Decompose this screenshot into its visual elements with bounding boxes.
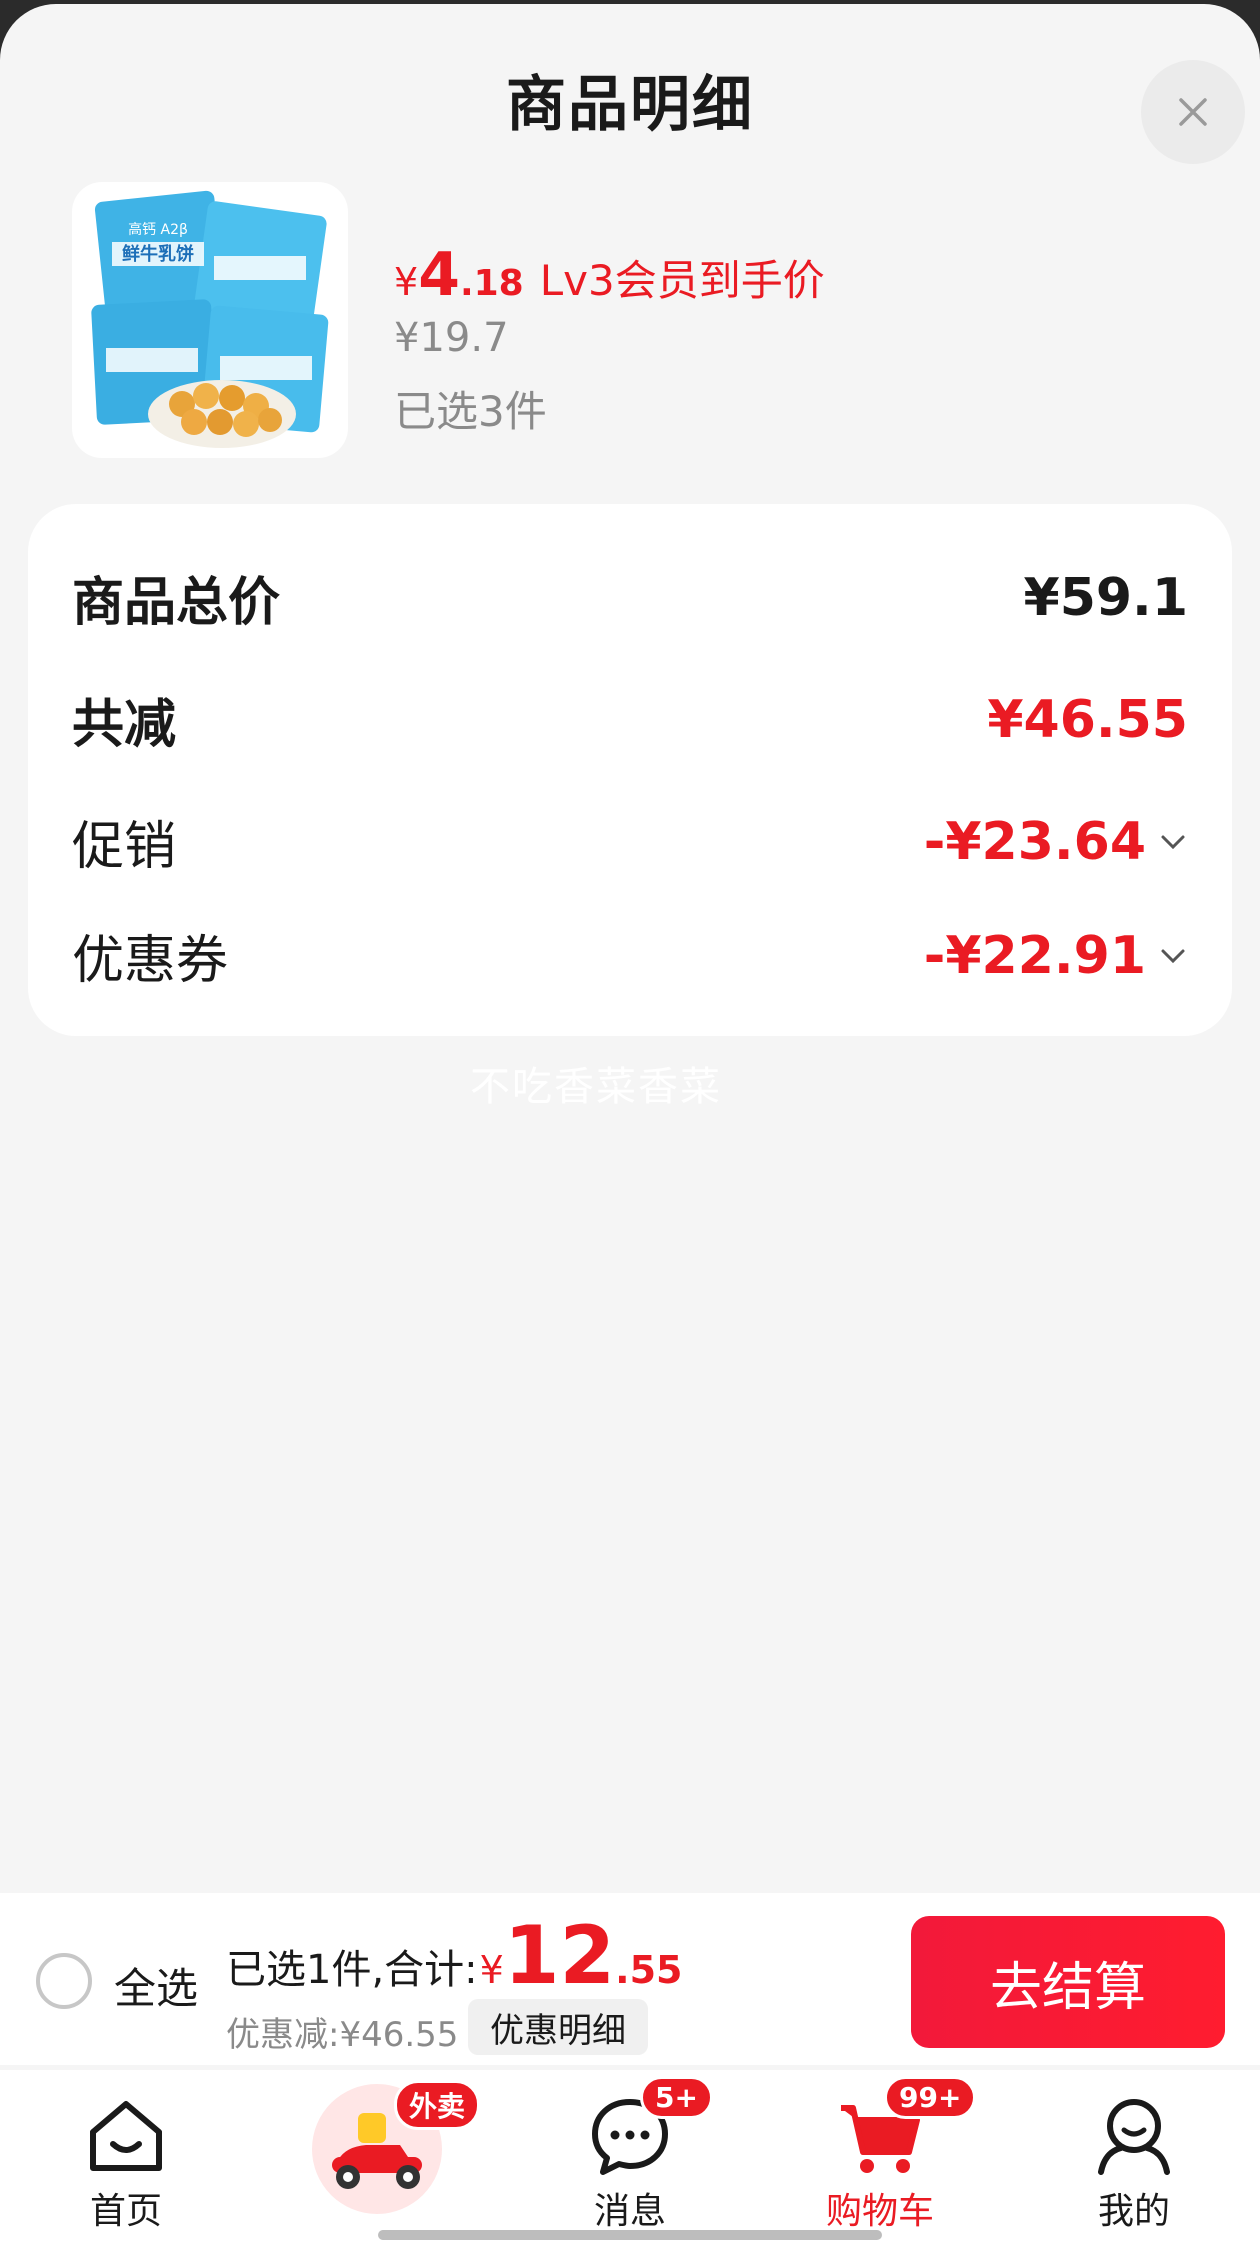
summary-value: -¥23.64 [923, 811, 1146, 872]
price-integer: 4 [418, 240, 460, 310]
chevron-down-icon[interactable] [1158, 827, 1188, 857]
tab-cart[interactable]: 99+ 购物车 [790, 2070, 977, 2244]
tab-home[interactable]: 首页 [36, 2070, 216, 2244]
total-currency: ¥ [479, 1948, 504, 1992]
bottom-tab-bar: 首页 外卖 5+ 消息 99+ 购物车 我的 [0, 2070, 1260, 2244]
delivery-badge: 外卖 [394, 2080, 481, 2130]
close-button[interactable] [1141, 60, 1245, 164]
product-image[interactable]: 鲜牛乳饼 高钙 A2β [72, 182, 348, 458]
price-currency: ¥ [394, 260, 419, 304]
tab-label: 消息 [593, 2191, 666, 2232]
checkout-button[interactable]: 去结算 [911, 1916, 1225, 2048]
summary-label: 优惠券 [72, 931, 229, 991]
product-image-text: 鲜牛乳饼 [122, 243, 194, 265]
product-image-subtext: 高钙 A2β [128, 221, 188, 238]
chevron-down-icon[interactable] [1158, 941, 1188, 971]
message-badge: 5+ [640, 2076, 713, 2119]
summary-value: ¥46.55 [987, 689, 1188, 750]
discount-detail-button[interactable]: 优惠明细 [468, 1999, 648, 2055]
tab-label: 我的 [1097, 2191, 1170, 2232]
price-summary-card: 商品总价 ¥59.1 共减 ¥46.55 促销 -¥23.64 优惠券 -¥22… [28, 504, 1232, 1036]
summary-row-total: 商品总价 ¥59.1 [72, 560, 1188, 635]
profile-icon [1098, 2099, 1170, 2175]
total-decimal: .55 [615, 1948, 683, 1992]
price-decimal: .18 [459, 263, 524, 304]
tab-label: 首页 [89, 2191, 162, 2232]
summary-label: 共减 [72, 695, 177, 755]
summary-label: 商品总价 [72, 573, 281, 633]
select-all-checkbox[interactable] [36, 1953, 92, 2009]
selected-count: 已选3件 [394, 387, 547, 436]
summary-row-reduction: 共减 ¥46.55 [72, 682, 1188, 757]
summary-value: ¥59.1 [1023, 567, 1188, 628]
close-icon [1179, 98, 1207, 126]
summary-row-coupon[interactable]: 优惠券 -¥22.91 [72, 918, 1188, 993]
summary-value: -¥22.91 [923, 925, 1146, 986]
summary-row-promotion[interactable]: 促销 -¥23.64 [72, 804, 1188, 879]
cart-badge: 99+ [884, 2076, 977, 2119]
summary-label: 促销 [72, 817, 177, 877]
home-icon [90, 2101, 162, 2171]
total-label: 已选1件,合计: [226, 1947, 478, 1993]
tab-profile[interactable]: 我的 [1044, 2070, 1224, 2244]
tab-delivery[interactable]: 外卖 [288, 2070, 508, 2244]
original-price: ¥19.7 [394, 315, 509, 361]
total-integer: 12 [503, 1909, 616, 2002]
tab-messages[interactable]: 5+ 消息 [540, 2070, 720, 2244]
discount-text: 优惠减:¥46.55 [226, 2015, 459, 2055]
select-all-label[interactable]: 全选 [114, 1955, 198, 2016]
home-indicator [378, 2230, 882, 2240]
price-tag: Lv3会员到手价 [539, 256, 825, 305]
watermark: 不吃香菜香菜 [470, 1064, 722, 1110]
total-line: 已选1件,合计: ¥ 12 .55 [226, 1916, 682, 1996]
member-price: ¥ 4 .18 Lv3会员到手价 [394, 240, 825, 310]
tab-label: 购物车 [825, 2191, 934, 2232]
sheet-title: 商品明细 [506, 70, 754, 140]
